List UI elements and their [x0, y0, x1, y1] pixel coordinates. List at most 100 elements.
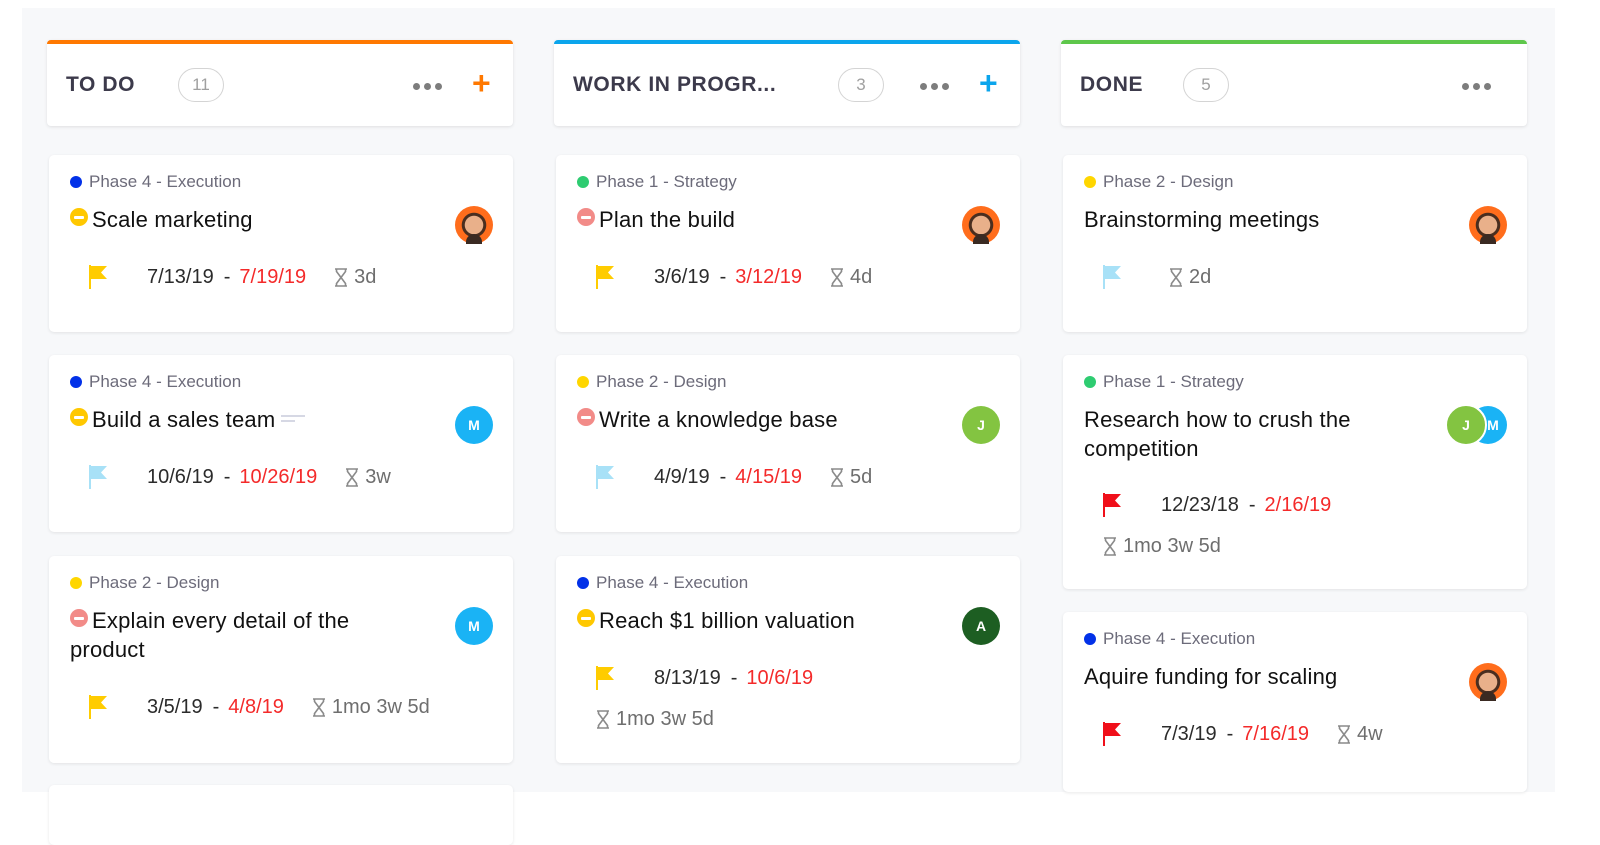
- task-title-text[interactable]: Research how to crush the competition: [1084, 407, 1351, 461]
- start-date[interactable]: 4/9/19: [654, 466, 710, 489]
- due-date[interactable]: 7/19/19: [239, 266, 306, 289]
- start-date[interactable]: 3/6/19: [654, 266, 710, 289]
- task-title-text[interactable]: Plan the build: [599, 207, 735, 232]
- task-title-text[interactable]: Reach $1 billion valuation: [599, 608, 855, 633]
- column-menu-button[interactable]: [920, 83, 949, 90]
- task-title[interactable]: Aquire funding for scaling: [1084, 662, 1444, 691]
- duration-text: 2d: [1189, 265, 1212, 288]
- task-card[interactable]: Phase 2 - Design Write a knowledge base …: [556, 355, 1020, 532]
- date-separator: -: [223, 265, 231, 288]
- start-date[interactable]: 3/5/19: [147, 696, 203, 719]
- task-card[interactable]: Phase 2 - Design Brainstorming meetings …: [1063, 155, 1527, 332]
- due-date[interactable]: 4/15/19: [735, 466, 802, 489]
- task-title-text[interactable]: Scale marketing: [92, 207, 253, 232]
- start-date[interactable]: 10/6/19: [147, 466, 214, 489]
- phase-dot-icon: [577, 376, 589, 388]
- hourglass-icon: [1170, 267, 1182, 287]
- task-title[interactable]: Scale marketing: [70, 205, 430, 234]
- start-date[interactable]: 7/3/19: [1161, 723, 1217, 746]
- task-title-text[interactable]: Brainstorming meetings: [1084, 207, 1320, 232]
- task-card[interactable]: Phase 1 - Strategy Research how to crush…: [1063, 355, 1527, 589]
- task-title[interactable]: Build a sales team: [70, 405, 430, 434]
- column-header: TO DO 11 +: [47, 40, 513, 126]
- date-row: 10/6/19 - 10/26/19 3w: [89, 465, 391, 489]
- task-title[interactable]: Brainstorming meetings: [1084, 205, 1444, 234]
- start-date[interactable]: 7/13/19: [147, 266, 214, 289]
- status-icon[interactable]: [577, 208, 595, 226]
- phase-text: Phase 2 - Design: [1103, 172, 1234, 191]
- due-date[interactable]: 10/26/19: [239, 466, 317, 489]
- priority-flag-icon[interactable]: [1103, 265, 1121, 289]
- task-title[interactable]: Plan the build: [577, 205, 937, 234]
- task-title-text[interactable]: Write a knowledge base: [599, 407, 838, 432]
- phase-text: Phase 4 - Execution: [89, 172, 242, 191]
- task-card[interactable]: Phase 2 - Design Explain every detail of…: [49, 556, 513, 763]
- priority-flag-icon[interactable]: [596, 265, 614, 289]
- assignee-avatar[interactable]: M: [455, 406, 493, 444]
- column-todo: TO DO 11 + Phase 4 - Execution Scale mar…: [47, 40, 513, 845]
- priority-flag-icon[interactable]: [1103, 493, 1121, 517]
- assignee-avatar[interactable]: [1469, 206, 1507, 244]
- task-title[interactable]: Reach $1 billion valuation: [577, 606, 937, 635]
- hourglass-icon: [597, 710, 609, 729]
- task-title[interactable]: Explain every detail of the product: [70, 606, 430, 664]
- date-row: 3/6/19 - 3/12/19 4d: [596, 265, 872, 289]
- date-row: 3/5/19 - 4/8/19 1mo 3w 5d: [89, 695, 430, 719]
- column-done: DONE 5 Phase 2 - Design Brainstorming me…: [1061, 40, 1527, 792]
- phase-label: Phase 1 - Strategy: [1084, 372, 1244, 392]
- task-title-text[interactable]: Aquire funding for scaling: [1084, 664, 1337, 689]
- phase-text: Phase 2 - Design: [596, 372, 727, 391]
- task-card[interactable]: Phase 4 - Execution Aquire funding for s…: [1063, 612, 1527, 792]
- assignee-avatar[interactable]: [962, 206, 1000, 244]
- assignee-avatar[interactable]: A: [962, 607, 1000, 645]
- assignee-avatar[interactable]: [455, 206, 493, 244]
- priority-flag-icon[interactable]: [89, 265, 107, 289]
- phase-label: Phase 2 - Design: [577, 372, 726, 392]
- add-task-button[interactable]: +: [979, 67, 998, 99]
- task-card[interactable]: Phase 1 - Strategy Plan the build 3/6/19…: [556, 155, 1020, 332]
- dot-icon: [920, 83, 927, 90]
- priority-flag-icon[interactable]: [89, 465, 107, 489]
- dot-icon: [931, 83, 938, 90]
- task-title[interactable]: Write a knowledge base: [577, 405, 937, 434]
- start-date[interactable]: 8/13/19: [654, 667, 721, 690]
- status-icon[interactable]: [70, 408, 88, 426]
- task-card[interactable]: [49, 785, 513, 845]
- due-date[interactable]: 2/16/19: [1265, 494, 1332, 517]
- column-menu-button[interactable]: [413, 83, 442, 90]
- priority-flag-icon[interactable]: [596, 666, 614, 690]
- status-icon[interactable]: [70, 609, 88, 627]
- duration-text: 5d: [850, 465, 873, 488]
- add-task-button[interactable]: +: [472, 67, 491, 99]
- date-row: 8/13/19 - 10/6/19: [596, 666, 813, 690]
- status-icon[interactable]: [577, 609, 595, 627]
- task-title-text[interactable]: Build a sales team: [92, 407, 275, 432]
- due-date[interactable]: 7/16/19: [1242, 723, 1309, 746]
- date-row: 2d: [1103, 265, 1211, 289]
- task-card[interactable]: Phase 4 - Execution Scale marketing 7/13…: [49, 155, 513, 332]
- status-icon[interactable]: [577, 408, 595, 426]
- task-title-text[interactable]: Explain every detail of the product: [70, 608, 349, 662]
- priority-flag-icon[interactable]: [89, 695, 107, 719]
- priority-flag-icon[interactable]: [1103, 722, 1121, 746]
- due-date[interactable]: 3/12/19: [735, 266, 802, 289]
- status-icon[interactable]: [70, 208, 88, 226]
- column-header: WORK IN PROGR... 3 +: [554, 40, 1020, 126]
- due-date[interactable]: 4/8/19: [228, 696, 284, 719]
- assignee-avatar[interactable]: J: [962, 406, 1000, 444]
- date-separator: -: [1226, 722, 1234, 745]
- phase-dot-icon: [70, 376, 82, 388]
- assignee-avatar[interactable]: M: [455, 607, 493, 645]
- hourglass-icon: [1104, 537, 1116, 556]
- task-title[interactable]: Research how to crush the competition: [1084, 405, 1444, 463]
- assignee-avatar[interactable]: [1469, 663, 1507, 701]
- column-menu-button[interactable]: [1462, 83, 1491, 90]
- start-date[interactable]: 12/23/18: [1161, 494, 1239, 517]
- priority-flag-icon[interactable]: [596, 465, 614, 489]
- date-row: 4/9/19 - 4/15/19 5d: [596, 465, 872, 489]
- due-date[interactable]: 10/6/19: [746, 667, 813, 690]
- task-card[interactable]: Phase 4 - Execution Build a sales team M…: [49, 355, 513, 532]
- assignee-avatar[interactable]: J: [1445, 404, 1487, 446]
- task-card[interactable]: Phase 4 - Execution Reach $1 billion val…: [556, 556, 1020, 763]
- date-separator: -: [212, 695, 220, 718]
